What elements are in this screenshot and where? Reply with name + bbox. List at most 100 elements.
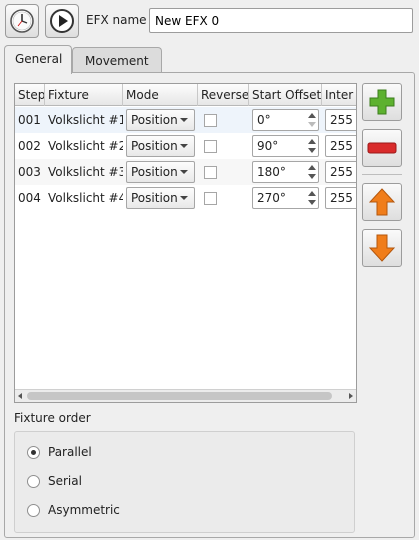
horizontal-scrollbar[interactable] <box>15 389 356 402</box>
chevron-down-icon <box>180 118 188 122</box>
mode-value: Position <box>131 139 178 153</box>
remove-fixture-button[interactable] <box>362 129 402 167</box>
intensity-spinbox[interactable]: 255 <box>325 109 356 131</box>
offset-value: 90° <box>257 139 279 153</box>
offset-value: 180° <box>257 165 286 179</box>
header-mode[interactable]: Mode <box>123 84 198 106</box>
asymmetric-radio[interactable] <box>27 503 40 517</box>
intensity-spinbox[interactable]: 255 <box>325 135 356 157</box>
intensity-spinbox[interactable]: 255 <box>325 187 356 209</box>
mode-cell: Position <box>123 185 198 211</box>
step-cell: 003 <box>18 165 41 179</box>
arrow-up-icon <box>369 188 395 216</box>
fixture-cell: Volkslicht #3 <box>48 165 123 179</box>
parallel-option[interactable]: Parallel <box>27 445 92 459</box>
serial-option[interactable]: Serial <box>27 474 82 488</box>
spin-up-icon[interactable] <box>308 113 316 118</box>
fixture-order-group: Parallel Serial Asymmetric <box>14 431 355 533</box>
header-fixture[interactable]: Fixture <box>45 84 123 106</box>
chevron-down-icon <box>180 144 188 148</box>
efx-name-label: EFX name <box>86 13 147 27</box>
reverse-cell <box>198 133 249 159</box>
intensity-cell: 255 <box>322 185 356 211</box>
table-row[interactable]: 003 Volkslicht #3 Position 180° 255 <box>15 159 356 185</box>
scroll-left-icon[interactable] <box>18 393 22 399</box>
start-offset-spinbox[interactable]: 90° <box>252 135 319 157</box>
reverse-checkbox[interactable] <box>204 139 217 153</box>
parallel-radio[interactable] <box>27 445 40 459</box>
header-step[interactable]: Step <box>15 84 45 106</box>
serial-radio[interactable] <box>27 474 40 488</box>
intensity-cell: 255 <box>322 107 356 133</box>
raise-fixture-button[interactable] <box>362 183 402 221</box>
mode-dropdown[interactable]: Position <box>126 187 195 209</box>
parallel-label: Parallel <box>48 445 92 459</box>
mode-dropdown[interactable]: Position <box>126 135 195 157</box>
spin-up-icon[interactable] <box>308 139 316 144</box>
mode-dropdown[interactable]: Position <box>126 161 195 183</box>
play-icon <box>50 9 74 33</box>
fixture-order-title: Fixture order <box>14 411 91 425</box>
reverse-checkbox[interactable] <box>204 165 217 179</box>
chevron-down-icon <box>180 170 188 174</box>
table-row[interactable]: 001 Volkslicht #1 Position 0° 255 <box>15 107 356 133</box>
fixture-table[interactable]: Step Fixture Mode Reverse Start Offset I… <box>14 83 357 403</box>
reverse-cell <box>198 107 249 133</box>
offset-cell: 180° <box>249 159 322 185</box>
general-panel: Step Fixture Mode Reverse Start Offset I… <box>4 72 415 538</box>
test-play-button[interactable] <box>45 4 79 38</box>
reverse-checkbox[interactable] <box>204 191 217 205</box>
divider <box>362 174 402 175</box>
mode-value: Position <box>131 165 178 179</box>
tab-general[interactable]: General <box>4 45 72 74</box>
step-cell: 002 <box>18 139 41 153</box>
mode-cell: Position <box>123 133 198 159</box>
scroll-right-icon[interactable] <box>349 393 353 399</box>
mode-cell: Position <box>123 159 198 185</box>
fixture-cell: Volkslicht #4 <box>48 191 123 205</box>
start-offset-spinbox[interactable]: 270° <box>252 187 319 209</box>
intensity-spinbox[interactable]: 255 <box>325 161 356 183</box>
spin-down-icon[interactable] <box>308 174 316 179</box>
lower-fixture-button[interactable] <box>362 229 402 267</box>
spin-up-icon[interactable] <box>308 191 316 196</box>
efx-name-input[interactable] <box>149 8 413 33</box>
reverse-checkbox[interactable] <box>204 113 217 127</box>
asymmetric-option[interactable]: Asymmetric <box>27 503 120 517</box>
intensity-cell: 255 <box>322 133 356 159</box>
fixture-cell: Volkslicht #2 <box>48 139 123 153</box>
table-row[interactable]: 004 Volkslicht #4 Position 270° 255 <box>15 185 356 211</box>
offset-value: 270° <box>257 191 286 205</box>
minus-icon <box>367 142 397 154</box>
start-offset-spinbox[interactable]: 180° <box>252 161 319 183</box>
header-intensity[interactable]: Inter <box>322 84 356 106</box>
step-cell: 004 <box>18 191 41 205</box>
tab-movement[interactable]: Movement <box>72 47 162 74</box>
serial-label: Serial <box>48 474 82 488</box>
clock-icon <box>10 9 34 33</box>
speed-dial-button[interactable] <box>5 4 39 38</box>
table-row[interactable]: 002 Volkslicht #2 Position 90° 255 <box>15 133 356 159</box>
offset-cell: 90° <box>249 133 322 159</box>
start-offset-spinbox[interactable]: 0° <box>252 109 319 131</box>
add-fixture-button[interactable] <box>362 83 402 121</box>
reverse-cell <box>198 159 249 185</box>
scrollbar-thumb[interactable] <box>27 392 332 400</box>
spin-down-icon[interactable] <box>308 200 316 205</box>
arrow-down-icon <box>369 234 395 262</box>
header-start-offset[interactable]: Start Offset <box>249 84 322 106</box>
header-reverse[interactable]: Reverse <box>198 84 249 106</box>
offset-cell: 0° <box>249 107 322 133</box>
offset-value: 0° <box>257 113 271 127</box>
table-header: Step Fixture Mode Reverse Start Offset I… <box>15 84 356 106</box>
spin-down-icon[interactable] <box>308 148 316 153</box>
reverse-cell <box>198 185 249 211</box>
plus-icon <box>369 89 395 115</box>
spin-up-icon[interactable] <box>308 165 316 170</box>
fixture-cell: Volkslicht #1 <box>48 113 123 127</box>
top-toolbar: EFX name <box>0 0 419 44</box>
intensity-cell: 255 <box>322 159 356 185</box>
mode-cell: Position <box>123 107 198 133</box>
spin-down-icon[interactable] <box>308 122 316 127</box>
mode-dropdown[interactable]: Position <box>126 109 195 131</box>
